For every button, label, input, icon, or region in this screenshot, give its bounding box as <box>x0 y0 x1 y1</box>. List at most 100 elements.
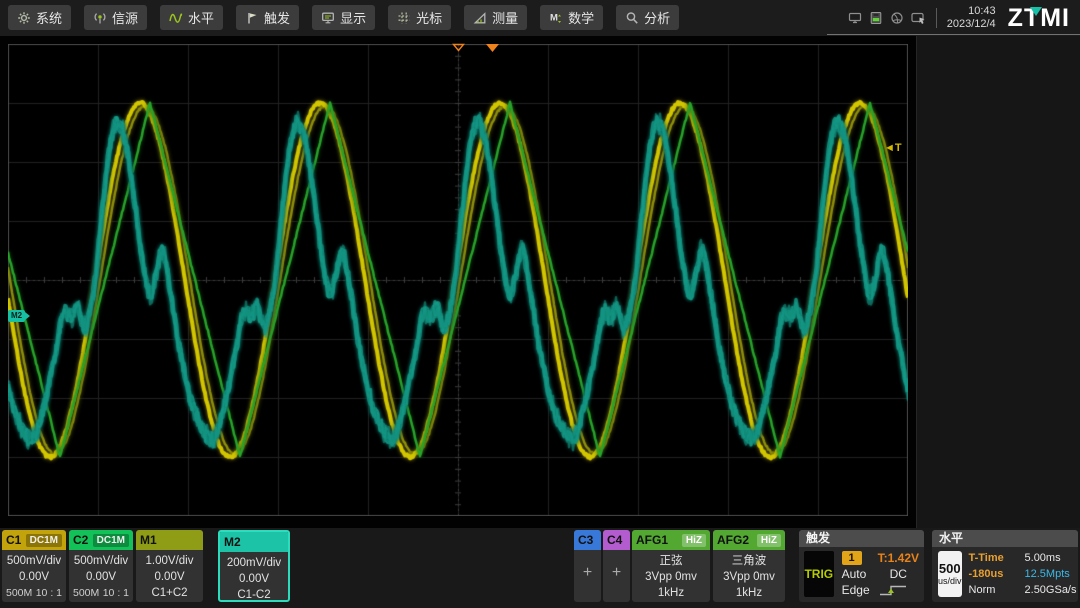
channel-card-c4[interactable]: C4 + <box>603 530 630 602</box>
afg-frequency: 1kHz <box>717 585 781 601</box>
menu-label: 触发 <box>264 8 290 27</box>
channel-card-c3[interactable]: C3 + <box>574 530 601 602</box>
menu-button-system[interactable]: 系统 <box>8 5 71 30</box>
horizontal-icon <box>169 11 183 25</box>
top-menu-bar: 系统 信源 水平 触发 显示 光标 <box>0 0 1080 36</box>
afg2-card[interactable]: AFG2HiZ 三角波 3Vpp 0mv 1kHz <box>713 530 785 602</box>
channel-offset: 0.00V <box>73 569 129 585</box>
status-divider <box>936 8 937 28</box>
afg-amplitude: 3Vpp 0mv <box>717 569 781 585</box>
source-icon <box>93 11 107 25</box>
waveform-display[interactable]: M2 ◄T <box>0 36 916 528</box>
menu-button-analyze[interactable]: 分析 <box>616 5 679 30</box>
menu-label: 分析 <box>644 8 670 27</box>
menu-label: 数学 <box>568 8 594 27</box>
trackball-status-icon <box>890 11 904 25</box>
channel-id: C4 <box>607 533 626 547</box>
math-card-m2[interactable]: M2 200mV/div 0.00V C1-C2 <box>218 530 290 602</box>
math-card-m1[interactable]: M1 1.00V/div 0.00V C1+C2 <box>136 530 203 602</box>
oscilloscope-app: 系统 信源 水平 触发 显示 光标 <box>0 0 1080 608</box>
channel-offset: 0.00V <box>140 569 199 585</box>
horizontal-panel-title: 水平 <box>932 530 1078 547</box>
math-expression: C1+C2 <box>140 585 199 601</box>
svg-text:M: M <box>550 12 558 23</box>
timebase-box[interactable]: 500 us/div <box>938 551 962 597</box>
horizontal-panel[interactable]: 水平 500 us/div T-Time 5.00ms -180us 12.5M… <box>932 530 1078 602</box>
display-status-icon <box>848 11 862 25</box>
menu-label: 水平 <box>188 8 214 27</box>
math-icon: M <box>549 11 563 25</box>
rising-edge-icon <box>878 583 908 597</box>
m2-zero-marker[interactable]: M2 <box>8 310 25 322</box>
clock: 10:43 2023/12/4 <box>947 5 996 31</box>
menu-button-trigger[interactable]: 触发 <box>236 5 299 30</box>
menu-button-display[interactable]: 显示 <box>312 5 375 30</box>
channel-offset: 0.00V <box>224 571 284 587</box>
display-icon <box>321 11 335 25</box>
sample-rate: 2.50GSa/s <box>1025 583 1077 598</box>
channel-probe: 10 : 1 <box>36 585 62 601</box>
trigger-level-marker[interactable]: ◄T <box>884 142 902 154</box>
gear-icon <box>17 11 31 25</box>
afg1-card[interactable]: AFG1HiZ 正弦 3Vpp 0mv 1kHz <box>632 530 710 602</box>
status-area: 10:43 2023/12/4 ZTMI <box>848 0 1080 36</box>
trigger-status-box: TRIG <box>804 551 834 597</box>
analyze-icon <box>625 11 639 25</box>
brand-logo-wedge <box>1030 7 1042 16</box>
channel-card-c2[interactable]: C2DC1M 500mV/div 0.00V 500M10 : 1 <box>69 530 133 602</box>
menu-button-source[interactable]: 信源 <box>84 5 147 30</box>
menu-label: 显示 <box>340 8 366 27</box>
delay-value: -180us <box>969 567 1017 582</box>
channel-offset: 0.00V <box>6 569 62 585</box>
time-reference-marker[interactable] <box>452 43 465 52</box>
trigger-coupling[interactable]: DC <box>878 567 919 581</box>
main-menu: 系统 信源 水平 触发 显示 光标 <box>8 5 679 30</box>
menu-button-math[interactable]: M 数学 <box>540 5 603 30</box>
afg-waveform: 三角波 <box>717 553 781 569</box>
channel-scale: 200mV/div <box>224 555 284 571</box>
timebase-unit: us/div <box>938 576 962 586</box>
memory-depth: 12.5Mpts <box>1025 567 1077 582</box>
afg-amplitude: 3Vpp 0mv <box>636 569 706 585</box>
coupling-badge: DC1M <box>26 534 62 547</box>
channel-scale: 500mV/div <box>6 553 62 569</box>
trigger-level-value: T:1.42V <box>878 551 919 565</box>
bottom-status-bar: C1DC1M 500mV/div 0.00V 500M10 : 1 C2DC1M… <box>0 528 1080 608</box>
menu-label: 光标 <box>416 8 442 27</box>
brand-logo: ZTMI <box>1008 4 1070 33</box>
trigger-source-badge[interactable]: 1 <box>842 551 862 565</box>
date-text: 2023/12/4 <box>947 18 996 31</box>
channel-bandwidth: 500M <box>6 585 32 601</box>
ttime-value: 5.00ms <box>1025 551 1077 566</box>
channel-id: C3 <box>578 533 597 547</box>
timebase-value: 500 <box>939 562 961 576</box>
storage-status-icon <box>869 11 883 25</box>
time-text: 10:43 <box>947 5 996 18</box>
trigger-mode[interactable]: Auto <box>842 567 870 581</box>
channel-id: C2 <box>73 533 93 547</box>
trigger-position-marker[interactable] <box>485 43 500 53</box>
trigger-panel[interactable]: 触发 TRIG 1 Auto Edge T:1.42V DC <box>799 530 924 602</box>
topbar-highlight-line <box>827 34 1080 35</box>
afg-frequency: 1kHz <box>636 585 706 601</box>
channel-scale: 500mV/div <box>73 553 129 569</box>
status-icons <box>848 11 926 25</box>
menu-label: 信源 <box>112 8 138 27</box>
menu-button-measure[interactable]: 测量 <box>464 5 527 30</box>
channel-bandwidth: 500M <box>73 585 99 601</box>
impedance-badge: HiZ <box>682 534 706 547</box>
measure-icon <box>473 11 487 25</box>
menu-button-horizontal[interactable]: 水平 <box>160 5 223 30</box>
trigger-type[interactable]: Edge <box>842 583 870 597</box>
menu-button-cursor[interactable]: 光标 <box>388 5 451 30</box>
add-channel-button[interactable]: + <box>603 564 630 582</box>
impedance-badge: HiZ <box>757 534 781 547</box>
trigger-panel-title: 触发 <box>799 530 924 547</box>
channel-card-c1[interactable]: C1DC1M 500mV/div 0.00V 500M10 : 1 <box>2 530 66 602</box>
menu-label: 系统 <box>36 8 62 27</box>
afg-waveform: 正弦 <box>636 553 706 569</box>
channel-id: C1 <box>6 533 26 547</box>
waveform-canvas[interactable] <box>8 44 908 516</box>
cursor-icon <box>397 11 411 25</box>
add-channel-button[interactable]: + <box>574 564 601 582</box>
